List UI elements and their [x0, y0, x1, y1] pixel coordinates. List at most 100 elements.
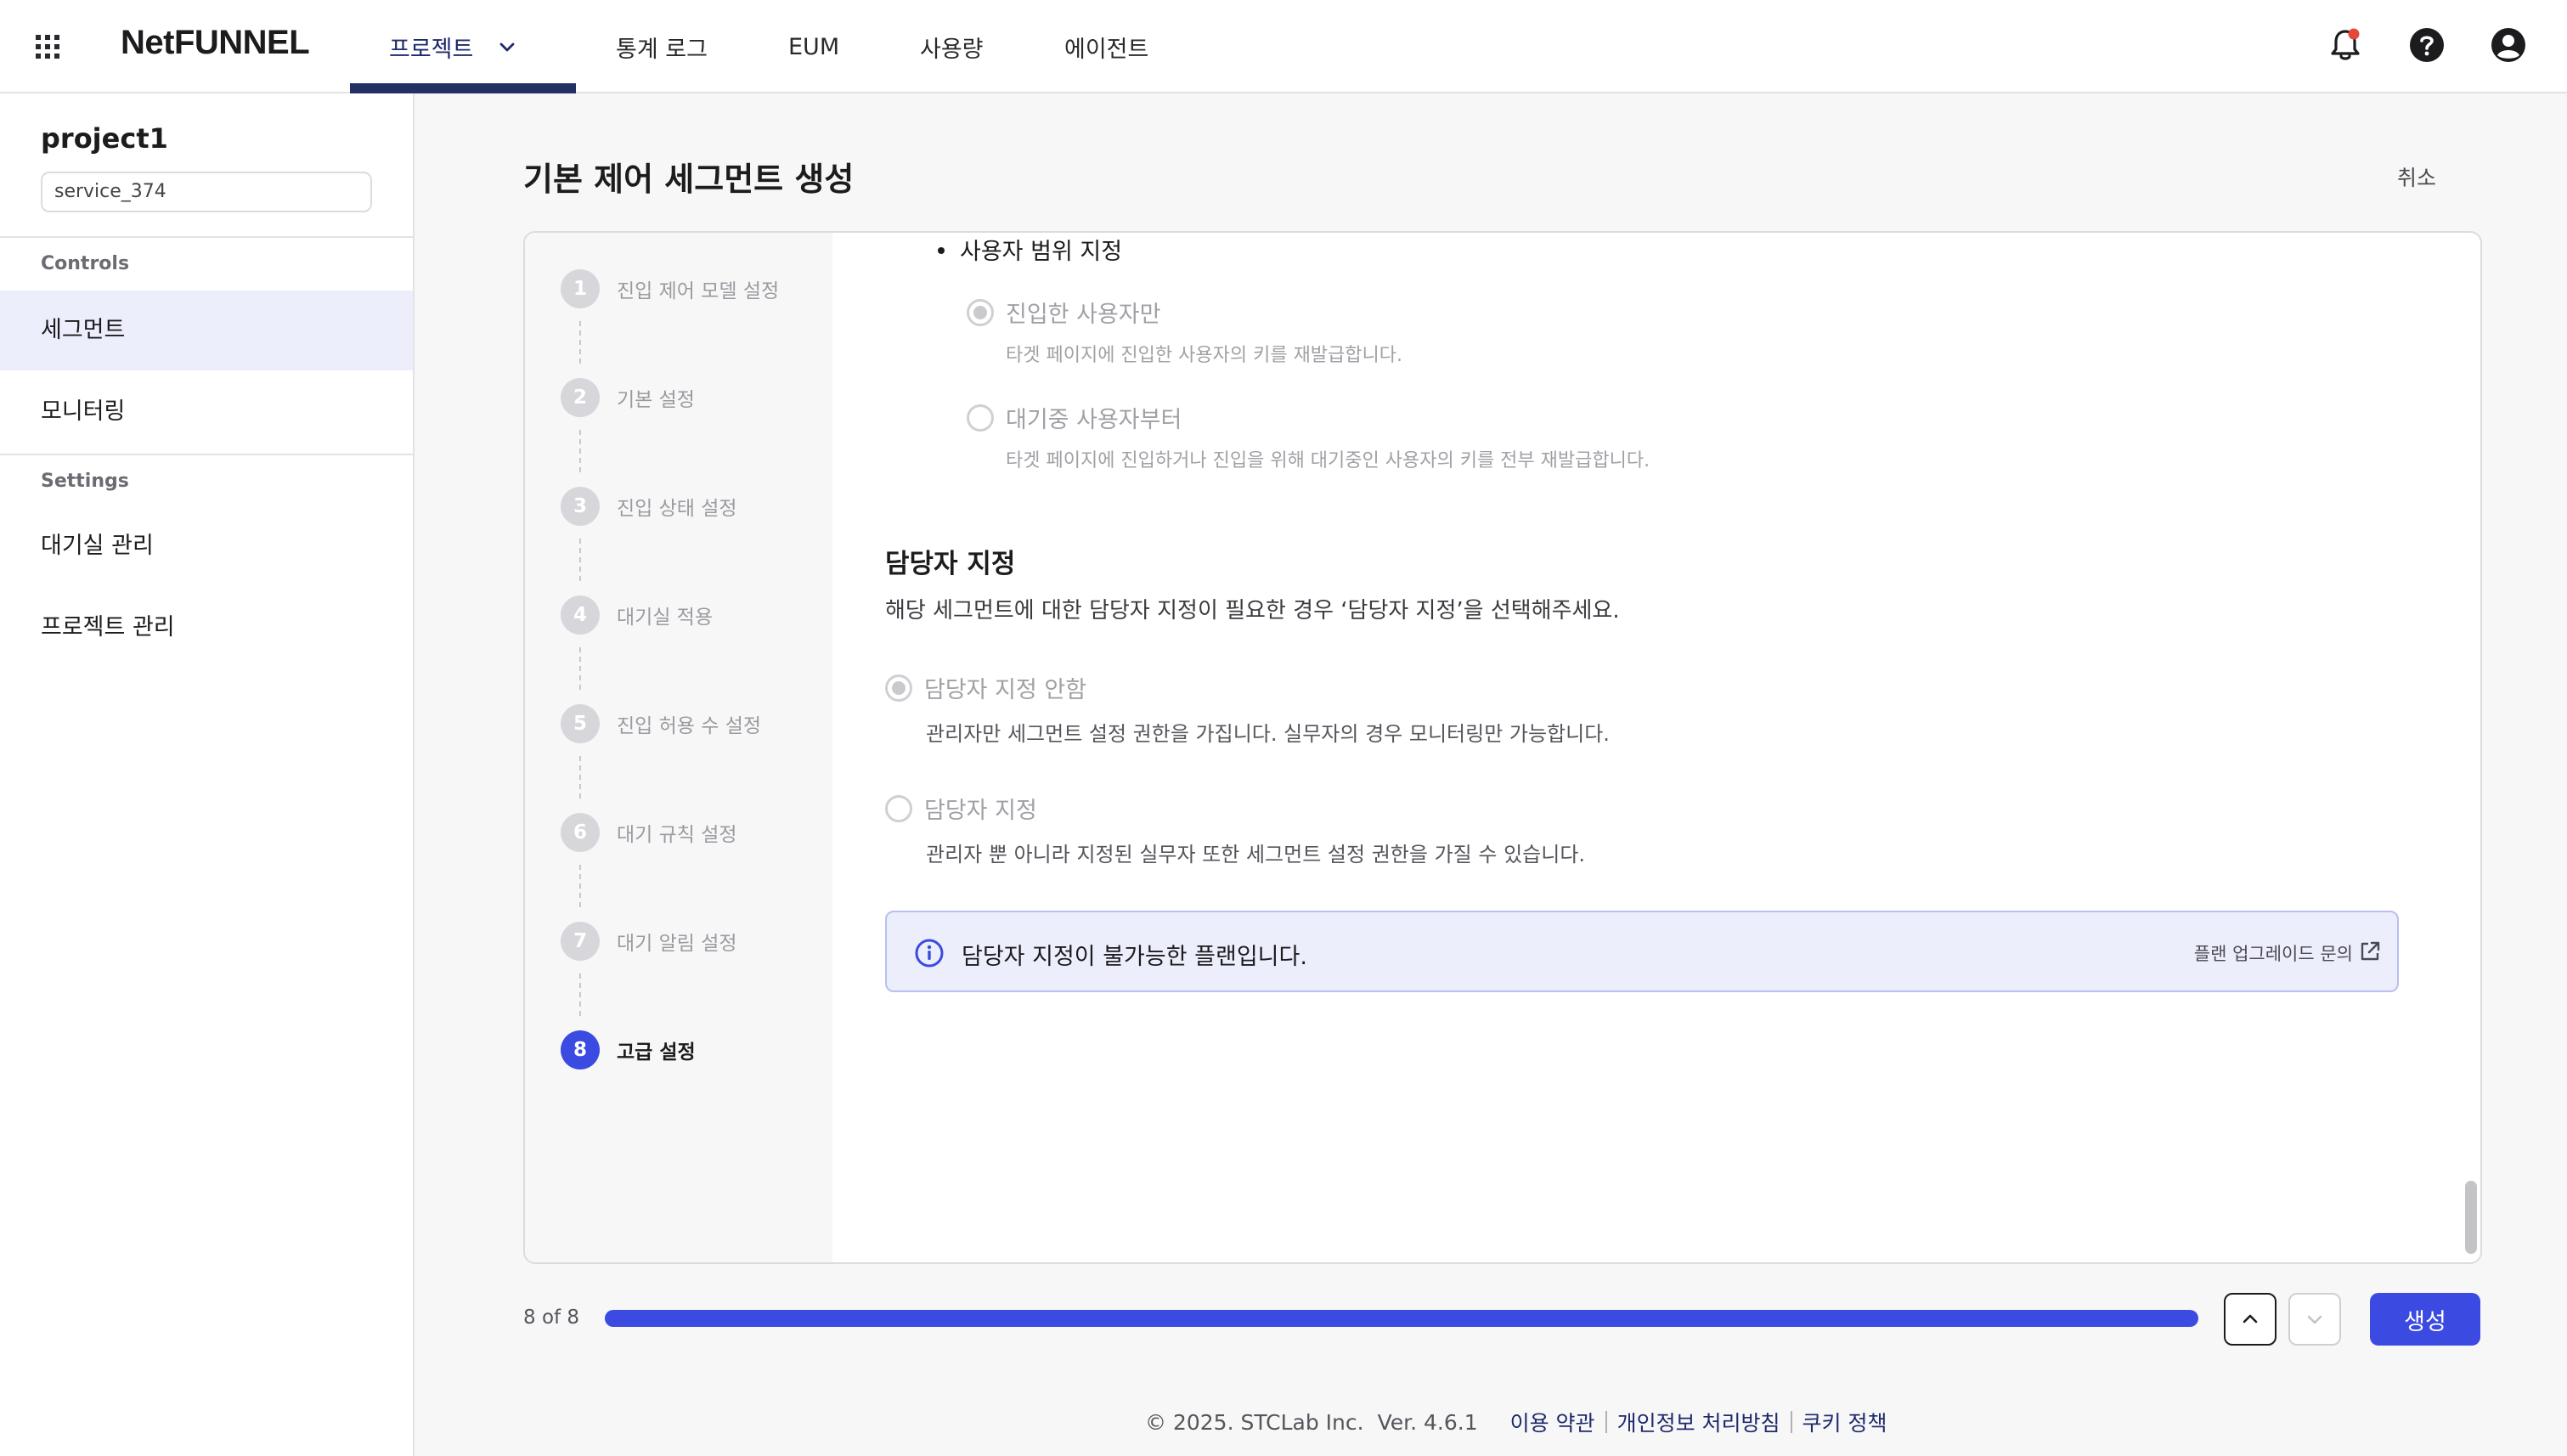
- footer-cookie-link[interactable]: 쿠키 정책: [1803, 1407, 1887, 1437]
- cancel-button[interactable]: 취소: [2397, 161, 2436, 192]
- radio-label: 담당자 지정: [924, 798, 1037, 824]
- step-5[interactable]: 5 진입 허용 수 설정: [561, 703, 761, 744]
- progress-count: 8 of 8: [523, 1306, 580, 1329]
- step-4[interactable]: 4 대기실 적용: [561, 595, 713, 635]
- step-label: 대기 알림 설정: [617, 933, 737, 955]
- step-connector: [579, 430, 581, 472]
- footer: © 2025. STCLab Inc. Ver. 4.6.1 이용 약관 개인정…: [1145, 1407, 1887, 1437]
- radio-no-assignee[interactable]: 담당자 지정 안함: [885, 671, 1086, 704]
- sidebar-item-project-settings[interactable]: 프로젝트 관리: [0, 588, 413, 668]
- sidebar-divider: [0, 454, 413, 455]
- nav-agent[interactable]: 에이전트: [1064, 0, 1148, 93]
- create-button[interactable]: 생성: [2370, 1293, 2480, 1346]
- radio-label: 진입한 사용자만: [1006, 302, 1161, 328]
- nav-eum[interactable]: EUM: [788, 0, 839, 93]
- plan-info-text: 담당자 지정이 불가능한 플랜입니다.: [962, 944, 1307, 970]
- step-number: 2: [561, 378, 600, 417]
- step-label: 기본 설정: [617, 389, 695, 411]
- radio-label: 담당자 지정 안함: [924, 677, 1087, 703]
- step-3[interactable]: 3 진입 상태 설정: [561, 486, 737, 527]
- step-down-button[interactable]: [2288, 1293, 2341, 1346]
- nav-stats-log[interactable]: 통계 로그: [616, 0, 708, 93]
- step-connector: [579, 973, 581, 1016]
- step-2[interactable]: 2 기본 설정: [561, 377, 695, 418]
- radio-entered-users[interactable]: 진입한 사용자만: [967, 296, 1160, 329]
- footer-terms-link[interactable]: 이용 약관: [1510, 1407, 1595, 1437]
- sidebar-divider: [0, 236, 413, 238]
- step-number: 6: [561, 813, 600, 852]
- scrollbar-thumb[interactable]: [2465, 1181, 2477, 1254]
- radio-description: 관리자 뿐 아니라 지정된 실무자 또한 세그먼트 설정 권한을 가질 수 있습…: [926, 843, 1586, 866]
- radio-icon: [885, 794, 912, 822]
- sidebar-item-monitoring[interactable]: 모니터링: [0, 372, 413, 452]
- help-icon[interactable]: [2407, 25, 2446, 65]
- sidebar-item-segment[interactable]: 세그먼트: [0, 291, 413, 370]
- radio-description: 관리자만 세그먼트 설정 권한을 가집니다. 실무자의 경우 모니터링만 가능합…: [926, 722, 1610, 746]
- radio-assignee[interactable]: 담당자 지정: [885, 792, 1037, 825]
- step-connector: [579, 865, 581, 907]
- step-connector: [579, 756, 581, 799]
- account-icon[interactable]: [2489, 25, 2528, 65]
- step-8[interactable]: 8 고급 설정: [561, 1030, 696, 1070]
- sidebar-section-settings: Settings: [41, 471, 129, 492]
- step-label: 진입 제어 모델 설정: [617, 280, 780, 302]
- step-list: 1 진입 제어 모델 설정 2 기본 설정 3 진입 상태 설정 4 대기실 적용 5진…: [525, 233, 832, 1262]
- footer-separator: [1605, 1411, 1607, 1433]
- radio-description: 타겟 페이지에 진입하거나 진입을 위해 대기중인 사용자의 키를 전부 재발급…: [1006, 450, 1650, 471]
- step-label: 진입 허용 수 설정: [617, 715, 762, 737]
- step-content: 사용자 범위 지정 진입한 사용자만 타겟 페이지에 진입한 사용자의 키를 재…: [832, 233, 2480, 1262]
- footer-privacy-link[interactable]: 개인정보 처리방침: [1617, 1407, 1780, 1437]
- step-7[interactable]: 7 대기 알림 설정: [561, 921, 737, 962]
- radio-description: 타겟 페이지에 진입한 사용자의 키를 재발급합니다.: [1006, 345, 1403, 366]
- step-label: 대기실 적용: [617, 607, 714, 629]
- top-navbar: NetFUNNEL 프로젝트 통계 로그 EUM 사용량 에이전트: [0, 0, 2567, 93]
- page-title: 기본 제어 세그먼트 생성: [523, 161, 855, 198]
- notification-badge: [2348, 28, 2360, 40]
- nav-active-indicator: [350, 83, 576, 93]
- user-scope-title: 사용자 범위 지정: [938, 233, 1122, 266]
- step-label: 대기 규칙 설정: [617, 824, 737, 846]
- nav-project-label: 프로젝트: [389, 36, 474, 63]
- chevron-up-icon: [2243, 1314, 2258, 1323]
- radio-waiting-users[interactable]: 대기중 사용자부터: [967, 401, 1182, 434]
- step-6[interactable]: 6 대기 규칙 설정: [561, 812, 737, 853]
- sidebar-section-controls: Controls: [41, 253, 130, 274]
- sidebar-item-waiting-room[interactable]: 대기실 관리: [0, 506, 413, 586]
- footer-copyright: © 2025. STCLab Inc.: [1145, 1409, 1364, 1435]
- step-number: 3: [561, 487, 600, 526]
- info-icon: [915, 939, 944, 968]
- plan-upgrade-link[interactable]: 플랜 업그레이드 문의: [2194, 940, 2353, 966]
- step-1[interactable]: 1 진입 제어 모델 설정: [561, 268, 779, 309]
- footer-version: Ver. 4.6.1: [1377, 1409, 1478, 1435]
- project-name: project1: [41, 122, 168, 155]
- scrollbar[interactable]: [2457, 233, 2480, 1262]
- nav-usage[interactable]: 사용량: [920, 0, 984, 93]
- step-up-button[interactable]: [2224, 1293, 2276, 1346]
- step-number: 5: [561, 704, 600, 743]
- service-select[interactable]: service_374: [41, 172, 372, 212]
- step-connector: [579, 321, 581, 364]
- form-panel: 1 진입 제어 모델 설정 2 기본 설정 3 진입 상태 설정 4 대기실 적용 5진…: [523, 231, 2482, 1264]
- assignee-section-title: 담당자 지정: [885, 549, 1016, 579]
- assignee-section-desc: 해당 세그먼트에 대한 담당자 지정이 필요한 경우 ‘담당자 지정’을 선택해…: [885, 598, 1620, 624]
- radio-icon: [967, 298, 994, 326]
- radio-icon: [885, 674, 912, 702]
- step-label: 고급 설정: [617, 1041, 696, 1064]
- step-connector: [579, 539, 581, 581]
- plan-info-banner: 담당자 지정이 불가능한 플랜입니다. 플랜 업그레이드 문의: [885, 911, 2399, 992]
- sidebar: project1 service_374 Controls 세그먼트 모니터링 …: [0, 93, 415, 1456]
- radio-icon: [967, 404, 994, 432]
- bell-icon[interactable]: [2326, 25, 2365, 65]
- step-number: 8: [561, 1030, 600, 1069]
- nav-project[interactable]: 프로젝트: [389, 0, 517, 93]
- progress-bar-fill: [605, 1310, 2198, 1327]
- external-link-icon[interactable]: [2358, 940, 2382, 963]
- progress-bar: [605, 1310, 2198, 1327]
- chevron-down-icon: [2307, 1315, 2322, 1324]
- step-label: 진입 상태 설정: [617, 498, 737, 520]
- user-scope-title-text: 사용자 범위 지정: [960, 239, 1123, 265]
- apps-grid-icon[interactable]: [32, 31, 63, 62]
- footer-separator: [1790, 1411, 1792, 1433]
- netfunnel-logo[interactable]: NetFUNNEL: [121, 24, 310, 62]
- chevron-down-icon: [499, 42, 515, 52]
